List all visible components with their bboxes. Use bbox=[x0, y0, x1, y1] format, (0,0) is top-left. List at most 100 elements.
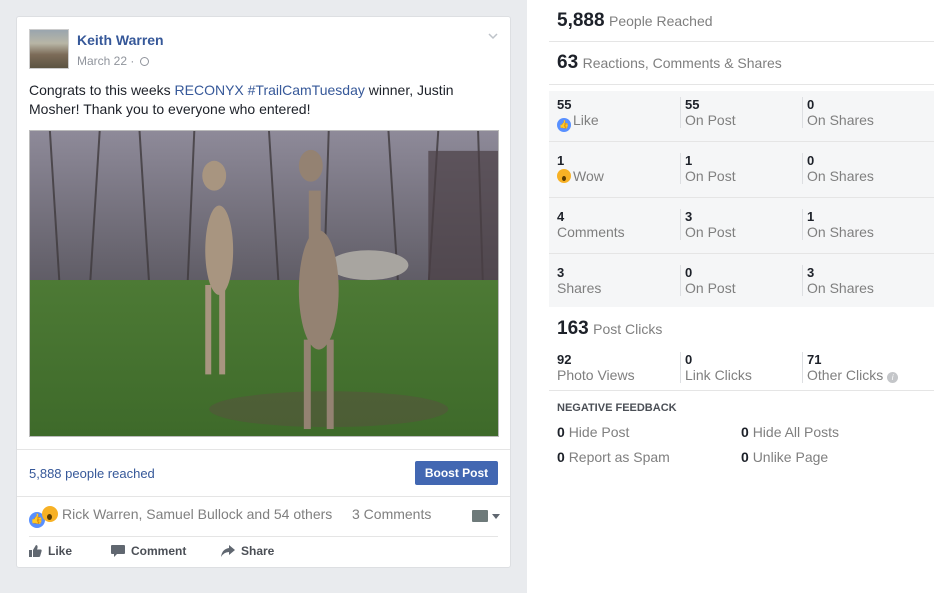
on-shares-label: On Shares bbox=[807, 280, 874, 296]
comments-on-shares: 1 bbox=[807, 209, 815, 224]
comment-button[interactable]: Comment bbox=[111, 544, 186, 558]
wow-reaction-icon bbox=[42, 506, 58, 522]
post-card: Keith Warren March 22 · Congrats to this… bbox=[16, 16, 511, 568]
post-text-prefix: Congrats to this weeks bbox=[29, 82, 175, 98]
divider bbox=[29, 536, 498, 537]
unlike-page-stat: 0 Unlike Page bbox=[741, 449, 828, 465]
wow-on-post-cell: 1 On Post bbox=[680, 153, 736, 184]
other-clicks-cell: 71 Other Clicks i bbox=[802, 352, 899, 383]
post-date[interactable]: March 22 bbox=[77, 54, 127, 68]
unlike-page-label: Unlike Page bbox=[752, 449, 829, 465]
engagement-value: 63 bbox=[557, 52, 579, 73]
like-label: Like bbox=[573, 112, 599, 128]
like-on-shares: 0 bbox=[807, 97, 815, 112]
thumbs-up-icon bbox=[29, 545, 42, 557]
share-arrow-icon bbox=[221, 545, 235, 557]
divider bbox=[549, 141, 934, 142]
people-reached-label: People Reached bbox=[609, 13, 713, 29]
shares-label: Shares bbox=[557, 280, 602, 296]
reactions-text: Rick Warren, Samuel Bullock and 54 other… bbox=[62, 506, 333, 522]
shares-on-shares: 3 bbox=[807, 265, 815, 280]
link-clicks-value: 0 bbox=[685, 352, 693, 367]
on-post-label: On Post bbox=[685, 224, 736, 240]
on-post-label: On Post bbox=[685, 112, 736, 128]
insights-panel: 5,888 People Reached 63 Reactions, Comme… bbox=[527, 0, 934, 593]
divider bbox=[549, 390, 934, 391]
other-clicks-label: Other Clicks bbox=[807, 367, 884, 383]
shares-total-cell: 3 Shares bbox=[557, 265, 601, 296]
people-reached-value: 5,888 bbox=[557, 10, 605, 31]
hide-post-stat: 0 Hide Post bbox=[557, 424, 629, 440]
other-clicks-value: 71 bbox=[807, 352, 822, 367]
link-clicks-label: Link Clicks bbox=[685, 367, 752, 383]
caret-down-icon[interactable] bbox=[492, 514, 500, 519]
post-meta: March 22 · bbox=[77, 54, 149, 68]
share-button[interactable]: Share bbox=[221, 544, 274, 558]
hashtag-trailcamtuesday[interactable]: #TrailCamTuesday bbox=[248, 82, 365, 98]
hashtag-reconyx[interactable]: RECONYX bbox=[175, 82, 244, 98]
report-spam-stat: 0 Report as Spam bbox=[557, 449, 670, 465]
divider bbox=[549, 41, 934, 42]
comments-on-post-cell: 3 On Post bbox=[680, 209, 736, 240]
unlike-page-value: 0 bbox=[741, 449, 749, 465]
post-header: Keith Warren March 22 · bbox=[29, 29, 498, 71]
photo-views-cell: 92 Photo Views bbox=[557, 352, 635, 383]
boost-post-button[interactable]: Boost Post bbox=[415, 461, 498, 485]
shares-on-post: 0 bbox=[685, 265, 693, 280]
author-name[interactable]: Keith Warren bbox=[77, 32, 164, 48]
hide-all-posts-stat: 0 Hide All Posts bbox=[741, 424, 839, 440]
wow-icon bbox=[557, 169, 571, 183]
divider bbox=[549, 253, 934, 254]
comments-on-post: 3 bbox=[685, 209, 693, 224]
like-on-post: 55 bbox=[685, 97, 700, 112]
hide-all-posts-label: Hide All Posts bbox=[752, 424, 840, 440]
like-total-cell: 55 👍 Like bbox=[557, 97, 599, 132]
shares-on-post-cell: 0 On Post bbox=[680, 265, 736, 296]
report-spam-value: 0 bbox=[557, 449, 565, 465]
info-icon[interactable]: i bbox=[887, 372, 899, 383]
globe-icon bbox=[139, 57, 149, 66]
comments-count-link[interactable]: 3 Comments bbox=[352, 506, 431, 522]
post-clicks-label: Post Clicks bbox=[593, 321, 663, 337]
like-total: 55 bbox=[557, 97, 572, 112]
shares-on-shares-cell: 3 On Shares bbox=[802, 265, 874, 296]
report-spam-label: Report as Spam bbox=[568, 449, 670, 465]
on-shares-label: On Shares bbox=[807, 112, 874, 128]
author-avatar[interactable] bbox=[29, 29, 69, 69]
post-photo[interactable] bbox=[29, 130, 499, 437]
negative-feedback-title: NEGATIVE FEEDBACK bbox=[557, 402, 677, 414]
photo-views-value: 92 bbox=[557, 352, 572, 367]
wow-on-post: 1 bbox=[685, 153, 693, 168]
divider bbox=[17, 496, 510, 497]
chevron-down-icon[interactable] bbox=[488, 31, 498, 41]
hide-post-value: 0 bbox=[557, 424, 565, 440]
link-clicks-cell: 0 Link Clicks bbox=[680, 352, 752, 383]
on-shares-label: On Shares bbox=[807, 168, 874, 184]
people-reached-stat: 5,888 People Reached bbox=[557, 10, 934, 32]
engagement-breakdown: 55 👍 Like 55 On Post 0 On Shares 1 Wow 1 … bbox=[549, 91, 934, 307]
hide-post-label: Hide Post bbox=[568, 424, 630, 440]
like-on-post-cell: 55 On Post bbox=[680, 97, 736, 128]
shares-total: 3 bbox=[557, 265, 565, 280]
post-text: Congrats to this weeks RECONYX #TrailCam… bbox=[29, 81, 489, 119]
on-post-label: On Post bbox=[685, 168, 736, 184]
hide-all-posts-value: 0 bbox=[741, 424, 749, 440]
photo-views-label: Photo Views bbox=[557, 367, 635, 383]
wow-label: Wow bbox=[573, 168, 604, 184]
wow-total-cell: 1 Wow bbox=[557, 153, 604, 184]
deer-photo-image bbox=[30, 131, 498, 436]
wow-on-shares: 0 bbox=[807, 153, 815, 168]
page-avatar-icon[interactable] bbox=[472, 510, 488, 522]
like-icon: 👍 bbox=[557, 118, 571, 132]
people-reached-link[interactable]: 5,888 people reached bbox=[29, 466, 155, 481]
like-on-shares-cell: 0 On Shares bbox=[802, 97, 874, 128]
reactions-summary[interactable]: 👍 Rick Warren, Samuel Bullock and 54 othe… bbox=[29, 506, 332, 528]
comments-total: 4 bbox=[557, 209, 565, 224]
wow-total: 1 bbox=[557, 153, 565, 168]
like-button[interactable]: Like bbox=[29, 544, 72, 558]
comments-total-cell: 4 Comments bbox=[557, 209, 625, 240]
divider bbox=[17, 449, 510, 450]
comments-label: Comments bbox=[557, 224, 625, 240]
post-clicks-stat: 163 Post Clicks bbox=[557, 318, 934, 340]
engagement-stat: 63 Reactions, Comments & Shares bbox=[557, 52, 934, 74]
